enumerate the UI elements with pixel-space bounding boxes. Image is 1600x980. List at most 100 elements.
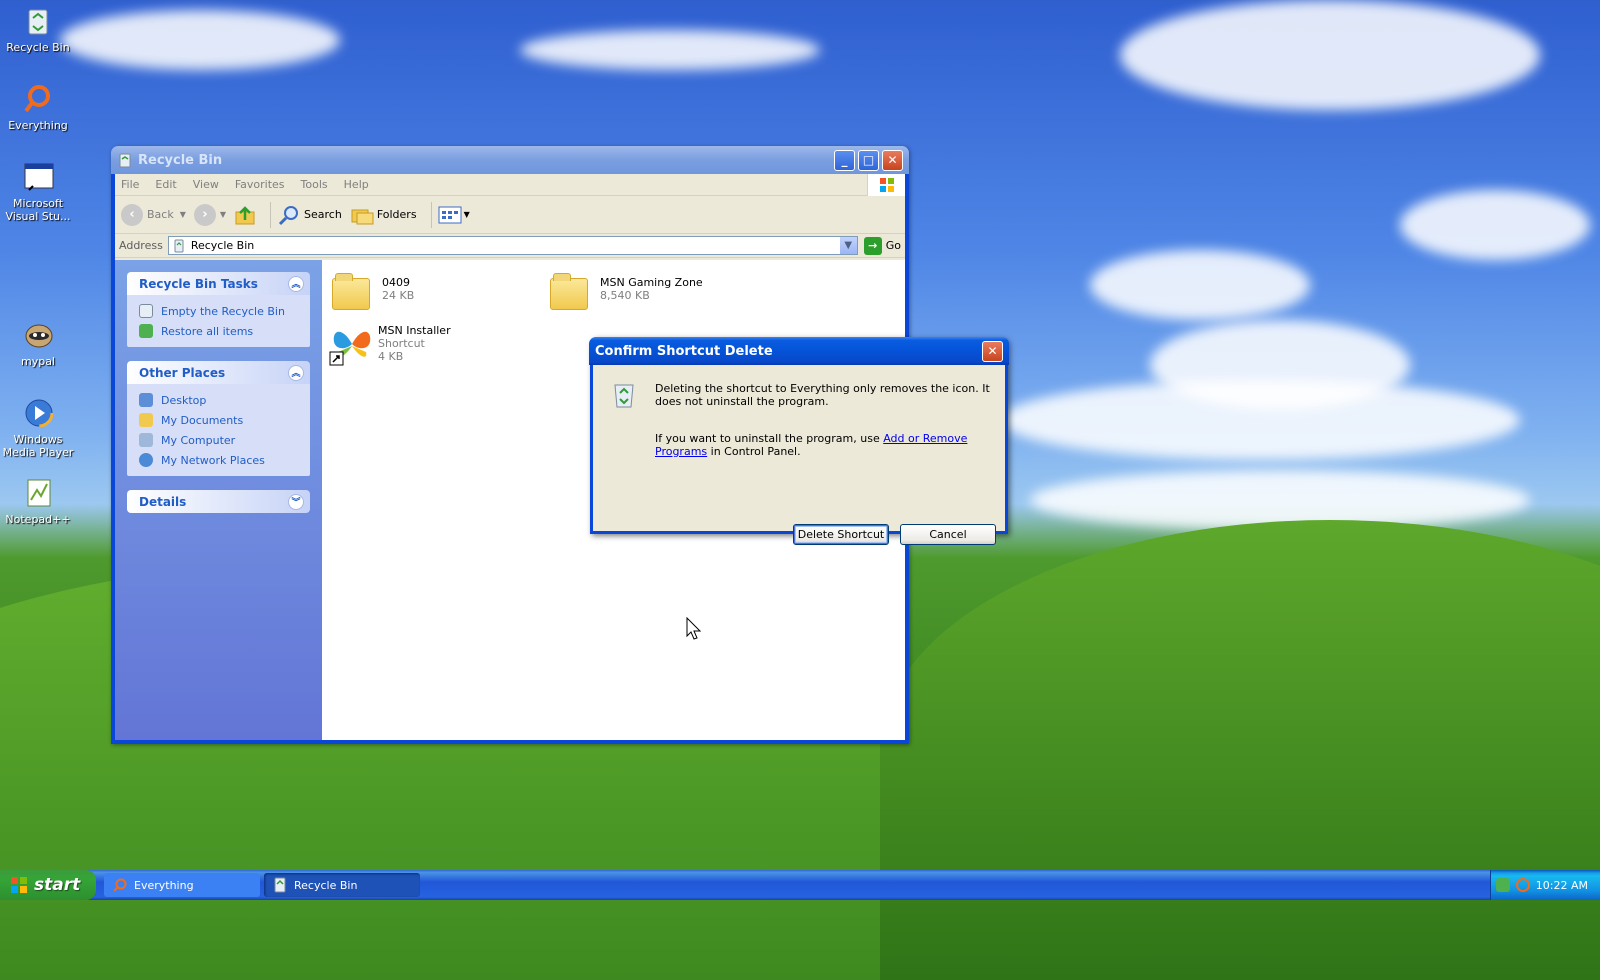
everything-icon (113, 878, 127, 892)
mypal-icon (21, 318, 55, 352)
chevron-down-icon: ▼ (463, 210, 470, 219)
windows-logo-icon (867, 174, 905, 196)
search-button[interactable]: Search (277, 204, 342, 226)
place-my-documents-link[interactable]: My Documents (139, 410, 300, 430)
dialog-titlebar[interactable]: Confirm Shortcut Delete ✕ (589, 337, 1009, 365)
expand-icon[interactable]: ︾ (288, 493, 304, 510)
dialog-message: Deleting the shortcut to Everything only… (655, 382, 995, 474)
start-label: start (34, 875, 81, 895)
file-item[interactable]: MSN Gaming Zone 8,540 KB (550, 272, 703, 316)
dialog-close-button[interactable]: ✕ (982, 340, 1003, 362)
collapse-icon[interactable]: ︽ (288, 364, 304, 381)
system-tray: 10:22 AM (1490, 870, 1600, 900)
visual-studio-icon (21, 160, 55, 194)
link-label: My Documents (161, 413, 244, 427)
dialog-line2-suffix: in Control Panel. (707, 445, 801, 458)
menu-bar: File Edit View Favorites Tools Help (115, 174, 905, 196)
msn-butterfly-icon (328, 320, 372, 366)
desktop-icon-mypal[interactable]: mypal (0, 318, 76, 368)
task-label: Recycle Bin (294, 878, 358, 892)
computer-icon (139, 433, 153, 447)
desktop-icon-label: Windows Media Player (2, 433, 74, 459)
menu-tools[interactable]: Tools (301, 178, 328, 191)
back-label: Back (147, 208, 174, 221)
place-network-link[interactable]: My Network Places (139, 450, 300, 470)
panel-header[interactable]: Recycle Bin Tasks ︽ (127, 272, 310, 295)
folders-button[interactable]: Folders (350, 204, 417, 226)
file-item[interactable]: 0409 24 KB (332, 272, 414, 316)
link-label: Restore all items (161, 324, 254, 338)
panel-title: Details (139, 494, 187, 509)
desktop-icon-recycle-bin[interactable]: Recycle Bin (0, 4, 76, 54)
file-size: 24 KB (382, 289, 415, 302)
menu-view[interactable]: View (193, 178, 219, 191)
panel-body: Desktop My Documents My Computer My Netw… (127, 384, 310, 476)
tray-app-icon[interactable] (1495, 878, 1510, 892)
collapse-icon[interactable]: ︽ (288, 275, 304, 292)
recycle-bin-icon (117, 152, 133, 168)
views-button[interactable]: ▼ (438, 205, 470, 225)
start-button[interactable]: start (0, 870, 96, 900)
back-button[interactable]: ‹ Back ▼ (121, 203, 186, 226)
forward-button[interactable]: › ▼ (193, 203, 227, 226)
address-dropdown-button[interactable]: ▼ (839, 237, 857, 254)
desktop-icon-notepadpp[interactable]: Notepad++ (0, 476, 76, 526)
dialog-body: Deleting the shortcut to Everything only… (593, 365, 1005, 545)
close-button[interactable]: ✕ (882, 149, 903, 171)
menu-favorites[interactable]: Favorites (235, 178, 285, 191)
empty-recycle-bin-link[interactable]: Empty the Recycle Bin (139, 301, 300, 321)
up-folder-button[interactable] (234, 204, 256, 226)
maximize-button[interactable]: □ (858, 149, 879, 171)
taskbar-button-everything[interactable]: Everything (104, 873, 260, 897)
panel-title: Recycle Bin Tasks (139, 276, 258, 291)
address-value: Recycle Bin (190, 239, 255, 252)
address-input[interactable]: Recycle Bin ▼ (167, 236, 858, 255)
desktop-icon-label: Microsoft Visual Stu... (5, 197, 71, 223)
file-type: Shortcut (378, 337, 425, 350)
notepadpp-icon (21, 476, 55, 510)
details-panel: Details ︾ (127, 490, 310, 513)
recycle-bin-icon (274, 877, 286, 893)
other-places-panel: Other Places ︽ Desktop My Documents My C… (127, 361, 310, 476)
toolbar-separator (430, 201, 432, 228)
desktop-icon-label: mypal (20, 355, 55, 368)
menu-help[interactable]: Help (344, 178, 369, 191)
window-titlebar[interactable]: Recycle Bin _ □ ✕ (111, 146, 909, 174)
restore-all-items-link[interactable]: Restore all items (139, 321, 300, 341)
cancel-button[interactable]: Cancel (900, 524, 996, 545)
desktop-icon-visual-studio[interactable]: Microsoft Visual Stu... (0, 160, 76, 223)
everything-tray-icon[interactable] (1515, 878, 1530, 892)
taskbar-button-recycle-bin[interactable]: Recycle Bin (264, 873, 420, 897)
task-label: Everything (134, 878, 194, 892)
go-button[interactable]: → Go (863, 236, 901, 255)
address-label: Address (119, 239, 163, 252)
up-folder-icon (235, 205, 255, 224)
chevron-down-icon: ▼ (219, 210, 227, 219)
clock[interactable]: 10:22 AM (1536, 879, 1588, 892)
recycle-bin-icon (609, 379, 639, 409)
link-label: Desktop (161, 393, 207, 407)
panel-title: Other Places (139, 365, 226, 380)
menu-file[interactable]: File (121, 178, 139, 191)
address-bar: Address Recycle Bin ▼ → Go (115, 234, 905, 258)
desktop-icon (139, 393, 153, 407)
panel-header[interactable]: Other Places ︽ (127, 361, 310, 384)
panel-header[interactable]: Details ︾ (127, 490, 310, 513)
recycle-bin-icon (139, 304, 153, 318)
recycle-bin-icon (21, 4, 55, 38)
folder-icon (332, 272, 376, 316)
minimize-button[interactable]: _ (834, 149, 855, 171)
menu-edit[interactable]: Edit (155, 178, 176, 191)
panel-body: Empty the Recycle Bin Restore all items (127, 295, 310, 347)
desktop-icon-media-player[interactable]: Windows Media Player (0, 396, 76, 459)
dialog-title: Confirm Shortcut Delete (595, 343, 773, 359)
documents-folder-icon (139, 413, 153, 427)
recycle-bin-icon (174, 239, 184, 252)
place-my-computer-link[interactable]: My Computer (139, 430, 300, 450)
desktop-icon-everything[interactable]: Everything (0, 82, 76, 132)
file-item[interactable]: MSN Installer Shortcut 4 KB (328, 320, 451, 366)
delete-shortcut-button[interactable]: Delete Shortcut (793, 524, 889, 545)
everything-icon (21, 82, 55, 116)
folders-icon (351, 209, 374, 224)
place-desktop-link[interactable]: Desktop (139, 390, 300, 410)
